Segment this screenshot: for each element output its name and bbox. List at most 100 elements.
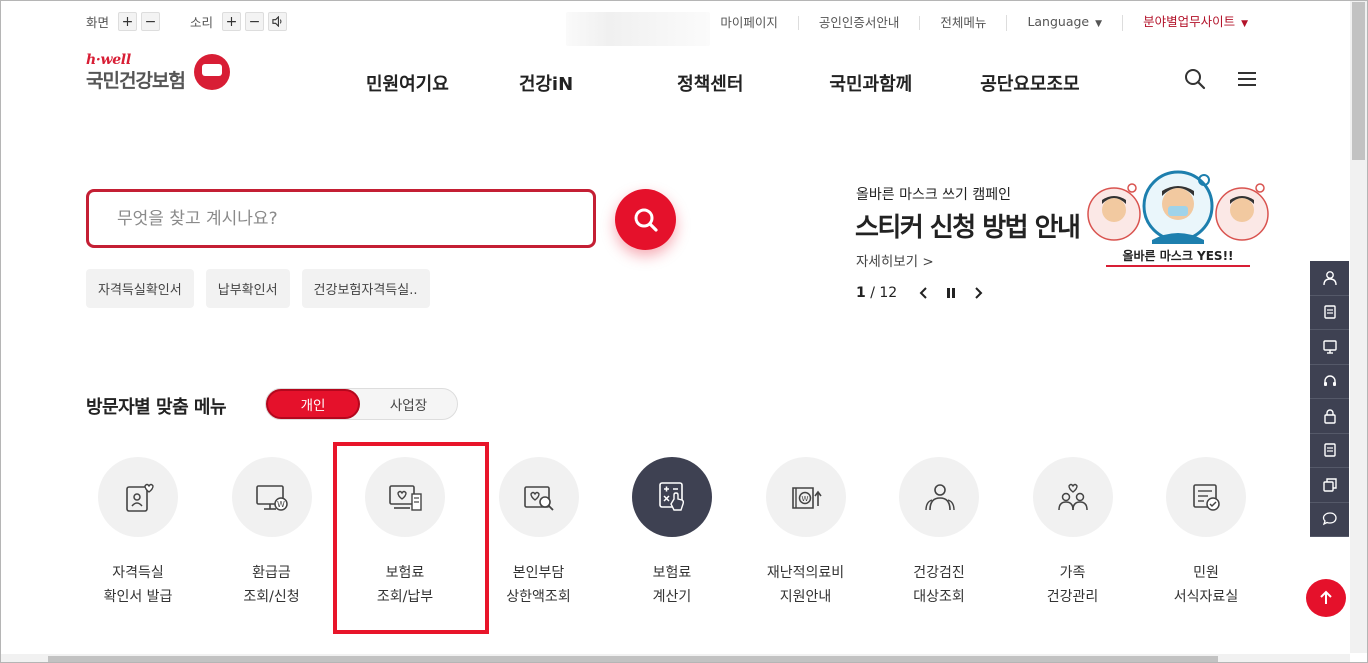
screen-zoom-group: 화면 + −: [86, 12, 164, 31]
svg-text:W: W: [801, 495, 808, 503]
document-check-icon: [1193, 484, 1220, 511]
quick-monitor-button[interactable]: [1310, 330, 1349, 365]
label-line: 환급금: [252, 565, 291, 581]
menu-item-catastrophic-medical[interactable]: W 재난적의료비지원안내: [765, 457, 846, 609]
volume-down-button[interactable]: −: [245, 12, 265, 31]
menu-item-refund[interactable]: W 환급금조회/신청: [231, 457, 312, 609]
top-banner-placeholder: [566, 12, 710, 46]
zoom-in-button[interactable]: +: [118, 12, 138, 31]
menu-item-label: 환급금조회/신청: [202, 561, 342, 609]
menu-icon-circle: [899, 457, 979, 537]
pause-slide-button[interactable]: [946, 287, 956, 299]
mask-campaign-illustration[interactable]: 올바른 마스크 YES!!: [1086, 168, 1270, 270]
document-icon: [1323, 443, 1336, 457]
volume-up-button[interactable]: +: [222, 12, 242, 31]
persona-menu-list: 자격득실 확인서 발급 W 환급금 조회/신청 보험료 조회/납부 본인부담 상한액조회…: [98, 457, 1300, 609]
quick-certificate-button[interactable]: [1310, 296, 1349, 330]
search-box: [86, 189, 596, 248]
banner-title[interactable]: 스티커 신청 방법 안내: [855, 207, 1081, 244]
menu-icon-circle: [498, 457, 579, 537]
document-stack-icon: [1323, 305, 1336, 319]
quick-menu-bar: [1310, 261, 1349, 537]
illustration-caption: 올바른 마스크 YES!!: [1122, 248, 1233, 263]
menu-icon-circle: [632, 457, 712, 537]
monitor-icon: [1322, 340, 1337, 354]
calculator-icon: [659, 482, 685, 511]
menu-item-label: 민원 서식자료실: [1136, 561, 1276, 609]
keyword-chip[interactable]: 납부확인서: [205, 269, 290, 308]
header-icons: [1184, 68, 1288, 90]
prev-slide-button[interactable]: [919, 287, 928, 299]
logo-name: 국민건강보험: [86, 70, 186, 92]
search-icon[interactable]: [1184, 68, 1206, 90]
search-button[interactable]: [615, 189, 676, 250]
toggle-business[interactable]: 사업장: [360, 389, 457, 419]
nav-item-civil[interactable]: 민원여기요: [366, 70, 449, 96]
quick-document-button[interactable]: [1310, 434, 1349, 468]
label-line: 보험료: [652, 565, 692, 581]
site-logo[interactable]: h·well 국민건강보험: [86, 52, 230, 93]
banner-pager: 1 / 12: [856, 285, 983, 301]
speaker-button[interactable]: [268, 12, 288, 31]
id-card-heart-icon: [126, 483, 154, 512]
chat-bubble-icon: [1322, 512, 1337, 526]
menu-item-label: 재난적의료비지원안내: [736, 561, 876, 609]
won-card-icon: W: [791, 487, 822, 509]
menu-item-family-health[interactable]: 가족 건강관리: [1032, 457, 1113, 609]
zoom-out-button[interactable]: −: [141, 12, 161, 31]
keyword-chip[interactable]: 자격득실확인서: [86, 269, 194, 308]
quick-chat-button[interactable]: [1310, 503, 1349, 537]
banner-subtitle: 올바른 마스크 쓰기 캠페인: [856, 187, 1012, 203]
screen-zoom-label: 화면: [86, 15, 110, 30]
label-line: 지원안내: [779, 589, 832, 605]
keyword-chip[interactable]: 건강보험자격득실..: [301, 269, 430, 308]
label-line: 자격득실: [112, 565, 164, 581]
chevron-right-icon: [975, 287, 983, 299]
main-nav: 민원여기요 건강iN 정책센터 국민과함께 공단요모조모: [366, 70, 1150, 96]
mypage-link[interactable]: 마이페이지: [700, 16, 798, 30]
scroll-to-top-button[interactable]: [1306, 579, 1346, 617]
label-line: 재난적의료비: [766, 565, 845, 581]
svg-text:W: W: [277, 500, 285, 509]
toggle-individual[interactable]: 개인: [266, 389, 360, 419]
menu-item-qualification[interactable]: 자격득실확인서 발급: [98, 457, 178, 609]
nav-item-health-in[interactable]: 건강iN: [519, 70, 573, 96]
next-slide-button[interactable]: [974, 287, 983, 299]
menu-item-copay-limit[interactable]: 본인부담상한액조회: [498, 457, 579, 609]
label-line: 조회/신청: [243, 589, 300, 605]
full-menu-link[interactable]: 전체메뉴: [919, 16, 1006, 30]
language-label: Language: [1027, 14, 1090, 29]
quick-copy-button[interactable]: [1310, 468, 1349, 503]
label-line: 본인부담: [512, 565, 565, 581]
vertical-scrollbar-thumb[interactable]: [1352, 2, 1365, 160]
menu-item-health-checkup[interactable]: 건강검진 대상조회: [899, 457, 979, 609]
menu-item-civil-forms[interactable]: 민원 서식자료실: [1166, 457, 1246, 609]
monitor-won-icon: W: [255, 485, 288, 511]
search-icon: [634, 208, 658, 232]
caret-down-icon: ▼: [1241, 19, 1248, 29]
language-selector[interactable]: Language ▼: [1006, 15, 1122, 31]
quick-lock-button[interactable]: [1310, 399, 1349, 434]
horizontal-scrollbar-thumb[interactable]: [48, 656, 1218, 662]
quick-headset-button[interactable]: [1310, 365, 1349, 399]
banner-more-link[interactable]: 자세히보기 >: [856, 250, 934, 270]
field-sites-selector[interactable]: 분야별업무사이트 ▼: [1122, 15, 1268, 31]
nav-item-about[interactable]: 공단요모조모: [980, 70, 1079, 96]
accessibility-controls: 화면 + − 소리 + −: [86, 12, 317, 31]
menu-item-label: 본인부담상한액조회: [469, 561, 609, 609]
sound-group: 소리 + −: [190, 12, 291, 31]
heart-search-icon: [523, 486, 554, 511]
nav-item-public[interactable]: 국민과함께: [829, 70, 912, 96]
menu-icon-circle: [1032, 457, 1113, 537]
label-line: 상한액조회: [506, 589, 571, 605]
hamburger-menu-icon[interactable]: [1236, 68, 1258, 90]
search-input[interactable]: [117, 208, 593, 229]
nav-item-policy[interactable]: 정책센터: [677, 70, 743, 96]
menu-item-label: 가족 건강관리: [1003, 561, 1143, 609]
pager-current: 1: [856, 285, 866, 301]
label-line: 확인서 발급: [103, 589, 173, 605]
certificate-guide-link[interactable]: 공인인증서안내: [797, 16, 920, 30]
menu-item-premium-calculator[interactable]: 보험료 계산기: [632, 457, 712, 609]
field-sites-label: 분야별업무사이트: [1143, 14, 1236, 29]
quick-login-button[interactable]: [1310, 261, 1349, 296]
